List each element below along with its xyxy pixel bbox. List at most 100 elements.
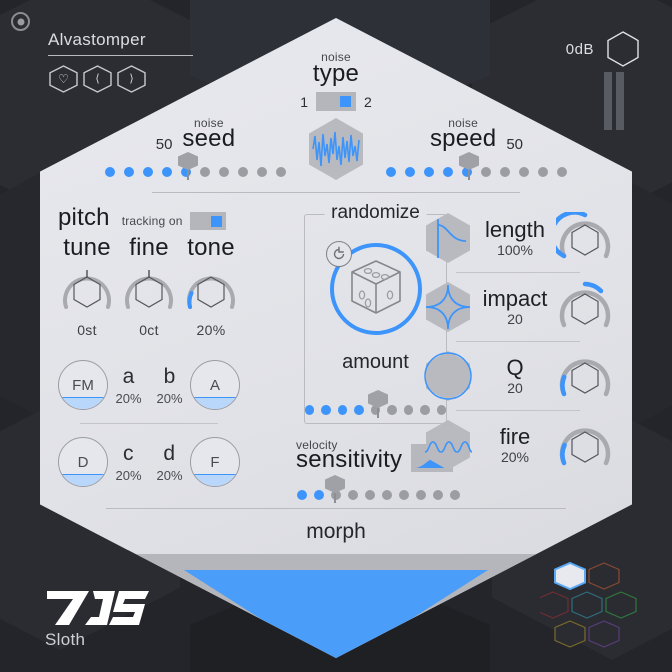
slider-dot[interactable]: [538, 167, 548, 177]
slider-dot[interactable]: [424, 167, 434, 177]
prev-preset-button[interactable]: ⟨: [82, 65, 113, 93]
hex-cluster: [537, 558, 650, 654]
slider-dot[interactable]: [462, 167, 472, 177]
slider-dot[interactable]: [200, 167, 210, 177]
slider-dot[interactable]: [416, 490, 426, 500]
slider-dot[interactable]: [433, 490, 443, 500]
noise-type-option-1[interactable]: 1: [300, 94, 308, 110]
hexagon-knob-icon[interactable]: [602, 28, 644, 70]
hex-cluster-cell[interactable]: [554, 620, 586, 648]
length-labels: length 100%: [474, 218, 556, 257]
fm-button-label: FM: [72, 376, 94, 394]
fine-value: 0ct: [139, 322, 159, 338]
q-knob[interactable]: [556, 350, 614, 402]
hex-cluster-cell[interactable]: [588, 562, 620, 590]
favorite-button[interactable]: ♡: [48, 65, 79, 93]
impact-row: impact 20: [422, 273, 614, 341]
tracking-control: tracking on: [122, 212, 226, 230]
noise-speed-slider[interactable]: [369, 152, 584, 180]
randomize-dice[interactable]: [325, 241, 422, 335]
fire-label: fire: [499, 424, 531, 450]
osc-d-button[interactable]: D: [58, 437, 108, 487]
param-c-value[interactable]: 20%: [115, 468, 141, 483]
velocity-slider[interactable]: [296, 475, 461, 503]
slider-dot[interactable]: [382, 490, 392, 500]
fine-knob[interactable]: [121, 265, 177, 315]
length-knob[interactable]: [556, 212, 614, 264]
preset-buttons: ♡ ⟨ ⟩: [48, 65, 193, 93]
noise-row: 50 noise seed noise speed 50: [40, 116, 632, 182]
fire-knob[interactable]: [556, 419, 614, 471]
master-row: 0dB: [566, 28, 644, 70]
tracking-toggle[interactable]: [189, 212, 226, 230]
slider-dot[interactable]: [337, 405, 348, 415]
slider-dot[interactable]: [276, 167, 286, 177]
brand-subtitle: Sloth: [45, 630, 86, 649]
impact-knob[interactable]: [556, 281, 614, 333]
noise-type-toggle[interactable]: [316, 92, 356, 111]
slider-dot[interactable]: [405, 167, 415, 177]
wave-bumps-icon: [422, 418, 474, 472]
osc-a-button[interactable]: A: [190, 360, 240, 410]
slider-dot[interactable]: [238, 167, 248, 177]
slider-dot[interactable]: [386, 167, 396, 177]
power-icon[interactable]: [11, 12, 30, 31]
fm-button[interactable]: FM: [58, 360, 108, 410]
hex-cluster-cell[interactable]: [554, 561, 586, 591]
osc-f-button[interactable]: F: [190, 437, 240, 487]
hex-cluster-cell[interactable]: [588, 620, 620, 648]
left-column: pitch tracking on tune 0st fine 0ct tone…: [58, 204, 240, 487]
morph-pad[interactable]: [136, 554, 536, 658]
slider-dot[interactable]: [403, 405, 414, 415]
slider-dot[interactable]: [219, 167, 229, 177]
slider-dot[interactable]: [399, 490, 409, 500]
slider-dot[interactable]: [500, 167, 510, 177]
randomize-title: randomize: [324, 202, 427, 224]
slider-dot[interactable]: [370, 405, 381, 415]
slider-dot[interactable]: [162, 167, 172, 177]
slider-dot[interactable]: [124, 167, 134, 177]
param-a-value[interactable]: 20%: [115, 391, 141, 406]
hex-cluster-cell[interactable]: [605, 591, 637, 619]
slider-dot[interactable]: [354, 405, 364, 415]
chevron-left-icon: ⟨: [95, 72, 100, 85]
slider-dot[interactable]: [105, 167, 115, 177]
slider-dot[interactable]: [297, 490, 307, 500]
next-preset-button[interactable]: ⟩: [116, 65, 147, 93]
tune-knob[interactable]: [59, 265, 115, 315]
pitch-knob-row: tune 0st fine 0ct tone 20%: [58, 234, 240, 338]
slider-dot[interactable]: [557, 167, 567, 177]
hex-cluster-cell[interactable]: [571, 591, 603, 619]
preset-area: Alvastomper ♡ ⟨ ⟩: [48, 30, 193, 93]
slider-dot[interactable]: [305, 405, 315, 415]
slider-dot[interactable]: [387, 405, 397, 415]
q-labels: Q 20: [474, 356, 556, 395]
tone-label: tone: [187, 234, 235, 261]
preset-name[interactable]: Alvastomper: [48, 30, 193, 56]
param-d-value[interactable]: 20%: [156, 468, 182, 483]
param-b-value[interactable]: 20%: [156, 391, 182, 406]
noise-seed-control: 50 noise seed: [88, 116, 303, 180]
length-value: 100%: [497, 241, 533, 258]
tone-knob[interactable]: [183, 265, 239, 315]
slider-dot[interactable]: [321, 405, 331, 415]
noise-seed-slider[interactable]: [88, 152, 303, 180]
slider-dot[interactable]: [257, 167, 267, 177]
slider-dot[interactable]: [519, 167, 529, 177]
slider-dot[interactable]: [331, 490, 341, 500]
reset-arrow-icon[interactable]: [325, 241, 352, 267]
slider-dot[interactable]: [443, 167, 453, 177]
noise-type-option-2[interactable]: 2: [364, 94, 372, 110]
slider-dot[interactable]: [348, 490, 358, 500]
slider-dot[interactable]: [181, 167, 191, 177]
hex-cluster-cell[interactable]: [537, 591, 569, 619]
slider-dot[interactable]: [450, 490, 460, 500]
chevron-right-icon: ⟩: [129, 72, 134, 85]
fine-knob-cell: fine 0ct: [120, 234, 178, 338]
slider-dot[interactable]: [365, 490, 375, 500]
slider-dot[interactable]: [143, 167, 153, 177]
slider-dot[interactable]: [481, 167, 491, 177]
noise-speed-value: 50: [506, 136, 524, 153]
star-burst-icon: [422, 280, 474, 334]
slider-dot[interactable]: [314, 490, 324, 500]
